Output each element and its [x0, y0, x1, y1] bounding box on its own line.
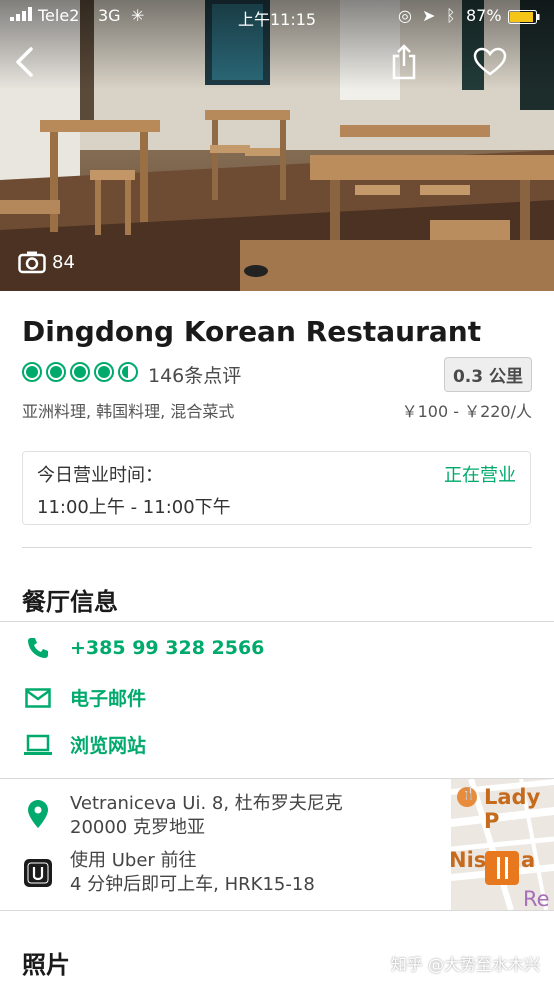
- network-type: 3G: [98, 6, 121, 25]
- website-label: 浏览网站: [70, 735, 147, 757]
- map-label-lady: Lady P: [484, 785, 541, 833]
- rating-bubble-full: [94, 362, 114, 382]
- orientation-lock-icon: ◎: [398, 6, 412, 25]
- phone-number: +385 99 328 2566: [70, 637, 265, 659]
- camera-icon: [18, 251, 46, 274]
- share-icon: [392, 44, 416, 80]
- divider: [0, 621, 554, 622]
- map-label-re: Re: [523, 887, 550, 910]
- map-pin-icon: [24, 792, 52, 840]
- price-range: ￥100 - ￥220/人: [401, 402, 532, 421]
- rating-bubbles[interactable]: [22, 362, 138, 382]
- rating-bubble-full: [46, 362, 66, 382]
- opening-hours-card[interactable]: 今日营业时间： 正在营业 11:00上午 - 11:00下午: [22, 451, 531, 525]
- rating-bubble-full: [22, 362, 42, 382]
- photo-count-label: 84: [52, 251, 75, 273]
- divider: [0, 910, 554, 911]
- email-link[interactable]: 电子邮件: [24, 684, 146, 711]
- uber-icon: [24, 849, 52, 897]
- map-thumbnail[interactable]: 🍴 Lady P Nis a Re: [451, 779, 554, 910]
- share-button[interactable]: [384, 40, 424, 84]
- restaurant-name: Dingdong Korean Restaurant: [22, 315, 482, 348]
- status-bar: Tele2 3G ✳ 上午11:15 ◎ ➤ ᛒ 87%: [0, 0, 554, 32]
- laptop-icon: [24, 734, 52, 756]
- clock: 上午11:15: [238, 10, 317, 29]
- back-button[interactable]: [4, 40, 44, 84]
- map-label-a: a: [521, 848, 536, 872]
- chevron-left-icon: [16, 47, 33, 77]
- uber-row[interactable]: 使用 Uber 前往 4 分钟后即可上车, HRK15-18: [24, 849, 315, 897]
- address-line-2: 20000 克罗地亚: [70, 817, 205, 838]
- mail-icon: [24, 687, 52, 708]
- open-status: 正在营业: [444, 465, 516, 486]
- signal-icon: [10, 6, 36, 25]
- cuisine-list: 亚洲料理, 韩国料理, 混合菜式: [22, 402, 235, 421]
- heart-icon: [473, 47, 507, 76]
- photo-count[interactable]: 84: [18, 250, 75, 274]
- bluetooth-icon: ᛒ: [446, 6, 456, 25]
- loading-icon: ✳: [131, 6, 145, 25]
- website-link[interactable]: 浏览网站: [24, 731, 146, 758]
- uber-line-2: 4 分钟后即可上车, HRK15-18: [70, 874, 315, 895]
- email-label: 电子邮件: [70, 688, 147, 710]
- favorite-button[interactable]: [470, 40, 510, 84]
- phone-link[interactable]: +385 99 328 2566: [24, 636, 264, 660]
- battery-percent: 87%: [466, 6, 502, 25]
- hours-label: 今日营业时间：: [37, 465, 163, 486]
- hours-time: 11:00上午 - 11:00下午: [37, 497, 231, 518]
- divider: [22, 547, 532, 548]
- map-label-nis: Nis: [451, 848, 487, 872]
- address-line-1: Vetraniceva Ui. 8, 杜布罗夫尼克: [70, 793, 343, 814]
- map-food-icon: 🍴: [461, 786, 476, 800]
- section-title-photos: 照片: [22, 951, 70, 979]
- distance-badge: 0.3 公里: [443, 357, 532, 392]
- rating-bubble-full: [70, 362, 90, 382]
- watermark: 知乎 @大势至水木兴: [390, 955, 540, 974]
- phone-icon: [24, 636, 52, 660]
- section-title-info: 餐厅信息: [22, 588, 118, 616]
- rating-bubble-half: [118, 362, 138, 382]
- battery-icon: [508, 9, 540, 28]
- hero-photo[interactable]: Tele2 3G ✳ 上午11:15 ◎ ➤ ᛒ 87% 84: [0, 0, 554, 291]
- carrier: Tele2: [38, 6, 80, 25]
- review-count-link[interactable]: 146条点评: [148, 361, 241, 388]
- uber-line-1: 使用 Uber 前往: [70, 850, 197, 871]
- address-row[interactable]: Vetraniceva Ui. 8, 杜布罗夫尼克 20000 克罗地亚: [24, 792, 343, 840]
- location-arrow-icon: ➤: [422, 6, 436, 25]
